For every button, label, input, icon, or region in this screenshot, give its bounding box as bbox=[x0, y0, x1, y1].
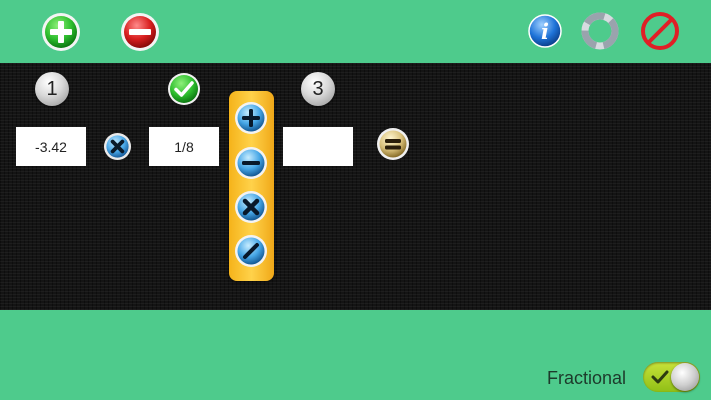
minus-icon bbox=[235, 147, 267, 179]
step-1-badge: 1 bbox=[35, 72, 69, 106]
operand-b-field[interactable] bbox=[149, 127, 219, 166]
add-operator-button[interactable] bbox=[234, 101, 268, 135]
equals-button[interactable] bbox=[376, 127, 410, 161]
operand-a-field[interactable] bbox=[16, 127, 86, 166]
plus-icon bbox=[235, 102, 267, 134]
plus-icon bbox=[42, 13, 80, 51]
step-3-label: 3 bbox=[312, 78, 324, 100]
checkmark-icon bbox=[168, 73, 200, 105]
toggle-knob bbox=[671, 363, 699, 391]
step-1-label: 1 bbox=[46, 78, 58, 100]
svg-text:i: i bbox=[541, 19, 549, 44]
subtract-operator-button[interactable] bbox=[234, 146, 268, 180]
equals-icon bbox=[377, 128, 409, 160]
result-field bbox=[283, 127, 353, 166]
operator-panel bbox=[229, 91, 274, 281]
fractional-label: Fractional bbox=[547, 368, 627, 388]
remove-button[interactable] bbox=[120, 12, 160, 52]
operator-indicator bbox=[103, 132, 132, 161]
checkmark-icon bbox=[651, 370, 669, 384]
step-2-badge bbox=[167, 72, 201, 106]
multiply-operator-button[interactable] bbox=[234, 190, 268, 224]
no-entry-icon bbox=[641, 12, 679, 50]
minus-icon bbox=[121, 13, 159, 51]
step-3-badge: 3 bbox=[301, 72, 335, 106]
calculator-board bbox=[0, 63, 711, 310]
multiply-icon bbox=[235, 191, 267, 223]
stop-button[interactable] bbox=[639, 10, 681, 52]
reset-button[interactable] bbox=[580, 11, 620, 51]
divide-operator-button[interactable] bbox=[234, 234, 268, 268]
add-button[interactable] bbox=[41, 12, 81, 52]
fractional-toggle[interactable] bbox=[643, 362, 700, 392]
divide-icon bbox=[235, 235, 267, 267]
multiply-icon bbox=[103, 132, 132, 161]
refresh-icon bbox=[581, 12, 619, 50]
info-icon: i bbox=[528, 14, 562, 48]
top-toolbar: i bbox=[0, 0, 711, 63]
info-button[interactable]: i bbox=[528, 14, 562, 48]
